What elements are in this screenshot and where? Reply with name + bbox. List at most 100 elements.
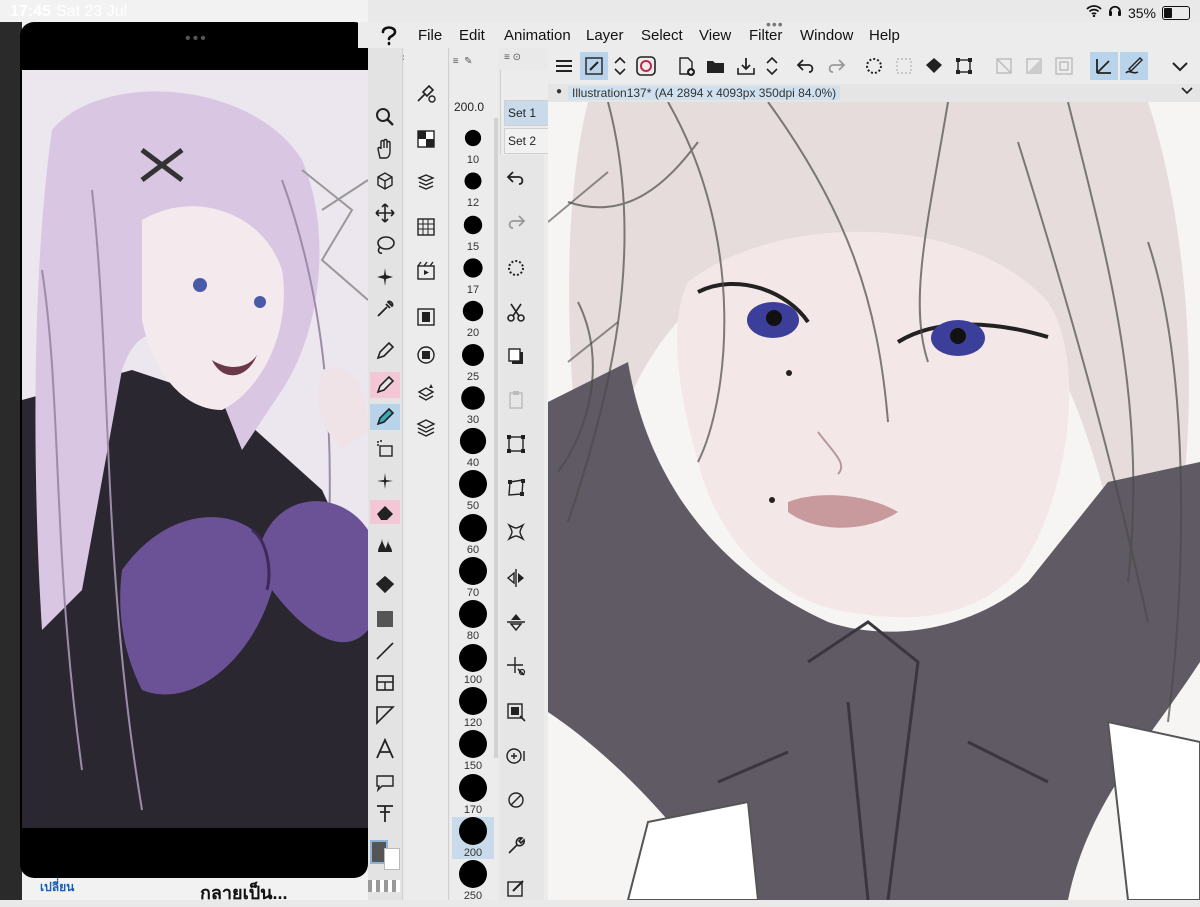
- brush-size-item[interactable]: 50: [452, 470, 494, 512]
- brush-palette-menu-icon[interactable]: ≡ ✎: [450, 56, 498, 67]
- loading-icon[interactable]: [505, 257, 527, 284]
- brush-scrollbar[interactable]: [494, 118, 498, 758]
- tab-chevron-down-icon[interactable]: [1180, 83, 1194, 100]
- brush-size-item[interactable]: 200: [452, 816, 494, 859]
- brush-size-item[interactable]: 250: [452, 860, 494, 902]
- new-file-icon[interactable]: [672, 52, 700, 80]
- quick-access-icon[interactable]: [580, 52, 608, 80]
- frame-icon[interactable]: [374, 672, 396, 699]
- redo-icon[interactable]: [505, 211, 527, 238]
- clip-studio-icon[interactable]: [632, 52, 660, 80]
- rotate-icon[interactable]: [374, 170, 396, 197]
- brush-size-item[interactable]: 25: [452, 341, 494, 383]
- navigator-icon[interactable]: [415, 344, 437, 371]
- move-icon[interactable]: [374, 202, 396, 229]
- color-set-icon[interactable]: [415, 128, 437, 155]
- hand-icon[interactable]: [374, 138, 396, 165]
- grid-panel-icon[interactable]: [415, 216, 437, 243]
- reference-layer-icon[interactable]: [505, 701, 527, 728]
- chevron-down-icon[interactable]: [1166, 52, 1194, 80]
- transparent-color-swatch[interactable]: [368, 880, 400, 892]
- menu-window[interactable]: Window: [800, 27, 853, 44]
- set-2-button[interactable]: Set 2: [504, 128, 551, 154]
- brush-size-item[interactable]: 70: [452, 557, 494, 599]
- pencil-icon[interactable]: [370, 372, 400, 398]
- menu-layer[interactable]: Layer: [586, 27, 624, 44]
- brush-size-item[interactable]: 12: [452, 167, 494, 209]
- undo-icon[interactable]: [505, 167, 527, 194]
- material-icon[interactable]: [415, 172, 437, 199]
- timeline-icon[interactable]: [415, 306, 437, 333]
- brush-size-item[interactable]: 30: [452, 384, 494, 426]
- transform-icon[interactable]: [505, 477, 527, 504]
- select-all-icon[interactable]: [505, 433, 527, 460]
- wand-icon[interactable]: [374, 266, 396, 293]
- brush-icon[interactable]: [370, 404, 400, 430]
- slide-over-handle[interactable]: •••: [185, 30, 208, 48]
- menu-edit[interactable]: Edit: [459, 27, 485, 44]
- invert-selection-icon[interactable]: [1020, 52, 1048, 80]
- menu-select[interactable]: Select: [641, 27, 683, 44]
- gradient-icon[interactable]: [374, 608, 396, 635]
- brush-size-item[interactable]: 20: [452, 297, 494, 339]
- balloon-icon[interactable]: [374, 770, 396, 797]
- expand-selection-icon[interactable]: [1050, 52, 1078, 80]
- blend-icon[interactable]: [374, 534, 396, 561]
- tool-property-icon[interactable]: [415, 82, 437, 109]
- brush-size-item[interactable]: 15: [452, 211, 494, 253]
- set-1-button[interactable]: Set 1: [504, 100, 551, 126]
- copy-icon[interactable]: [505, 345, 527, 372]
- menu-icon[interactable]: [550, 52, 578, 80]
- menu-file[interactable]: File: [418, 27, 442, 44]
- undo-icon[interactable]: [792, 52, 820, 80]
- brush-size-item[interactable]: 170: [452, 773, 494, 816]
- brush-size-item[interactable]: 100: [452, 643, 494, 686]
- menu-animation[interactable]: Animation: [504, 27, 571, 44]
- cut-icon[interactable]: [505, 301, 527, 328]
- animation-icon[interactable]: [415, 260, 437, 287]
- redo-icon[interactable]: [822, 52, 850, 80]
- flip-vertical-icon[interactable]: [505, 611, 527, 638]
- ruler-snap-icon[interactable]: [1090, 52, 1118, 80]
- drawing-canvas[interactable]: [548, 102, 1200, 900]
- flip-horizontal-icon[interactable]: [505, 567, 527, 594]
- airbrush-icon[interactable]: [374, 438, 396, 465]
- save-icon[interactable]: [732, 52, 760, 80]
- fill-selection-icon[interactable]: [920, 52, 948, 80]
- command-menu-icon[interactable]: ≡ ⊙: [504, 52, 521, 63]
- menu-filter[interactable]: Filter: [749, 27, 782, 44]
- sub-color-swatch[interactable]: [384, 848, 400, 870]
- brush-size-value[interactable]: 200.0: [454, 100, 484, 114]
- clip-layer-icon[interactable]: [505, 745, 527, 772]
- mesh-transform-icon[interactable]: [505, 521, 527, 548]
- brush-size-item[interactable]: 150: [452, 730, 494, 772]
- transform-icon[interactable]: [950, 52, 978, 80]
- move-layer-icon[interactable]: [505, 655, 527, 682]
- brush-size-item[interactable]: 120: [452, 686, 494, 729]
- menu-help[interactable]: Help: [869, 27, 900, 44]
- chevron-updown-icon[interactable]: [606, 52, 634, 80]
- document-tab[interactable]: ● Illustration137* (A4 2894 x 4093px 350…: [548, 84, 1200, 102]
- layer-property-icon[interactable]: [415, 382, 437, 409]
- text-icon[interactable]: [374, 737, 396, 765]
- chevron-updown-icon[interactable]: [758, 52, 786, 80]
- sparkle-icon[interactable]: [374, 470, 396, 497]
- brush-stabilize-icon[interactable]: [1120, 52, 1148, 80]
- loading-icon[interactable]: [860, 52, 888, 80]
- wrench-icon[interactable]: [505, 835, 527, 862]
- deselect-icon[interactable]: [990, 52, 1018, 80]
- menu-view[interactable]: View: [699, 27, 731, 44]
- lock-transparency-icon[interactable]: [505, 789, 527, 816]
- ruler-icon[interactable]: [374, 704, 396, 731]
- open-folder-icon[interactable]: [702, 52, 730, 80]
- eyedropper-icon[interactable]: [374, 298, 396, 325]
- brush-size-item[interactable]: 80: [452, 600, 494, 642]
- fill-icon[interactable]: [374, 574, 396, 601]
- app-logo-icon[interactable]: [378, 24, 400, 51]
- eraser-icon[interactable]: [370, 500, 400, 524]
- brush-size-item[interactable]: 60: [452, 513, 494, 556]
- brush-size-item[interactable]: 10: [452, 124, 494, 166]
- line-icon[interactable]: [374, 640, 396, 667]
- selection-icon[interactable]: [890, 52, 918, 80]
- correct-line-icon[interactable]: [374, 802, 396, 829]
